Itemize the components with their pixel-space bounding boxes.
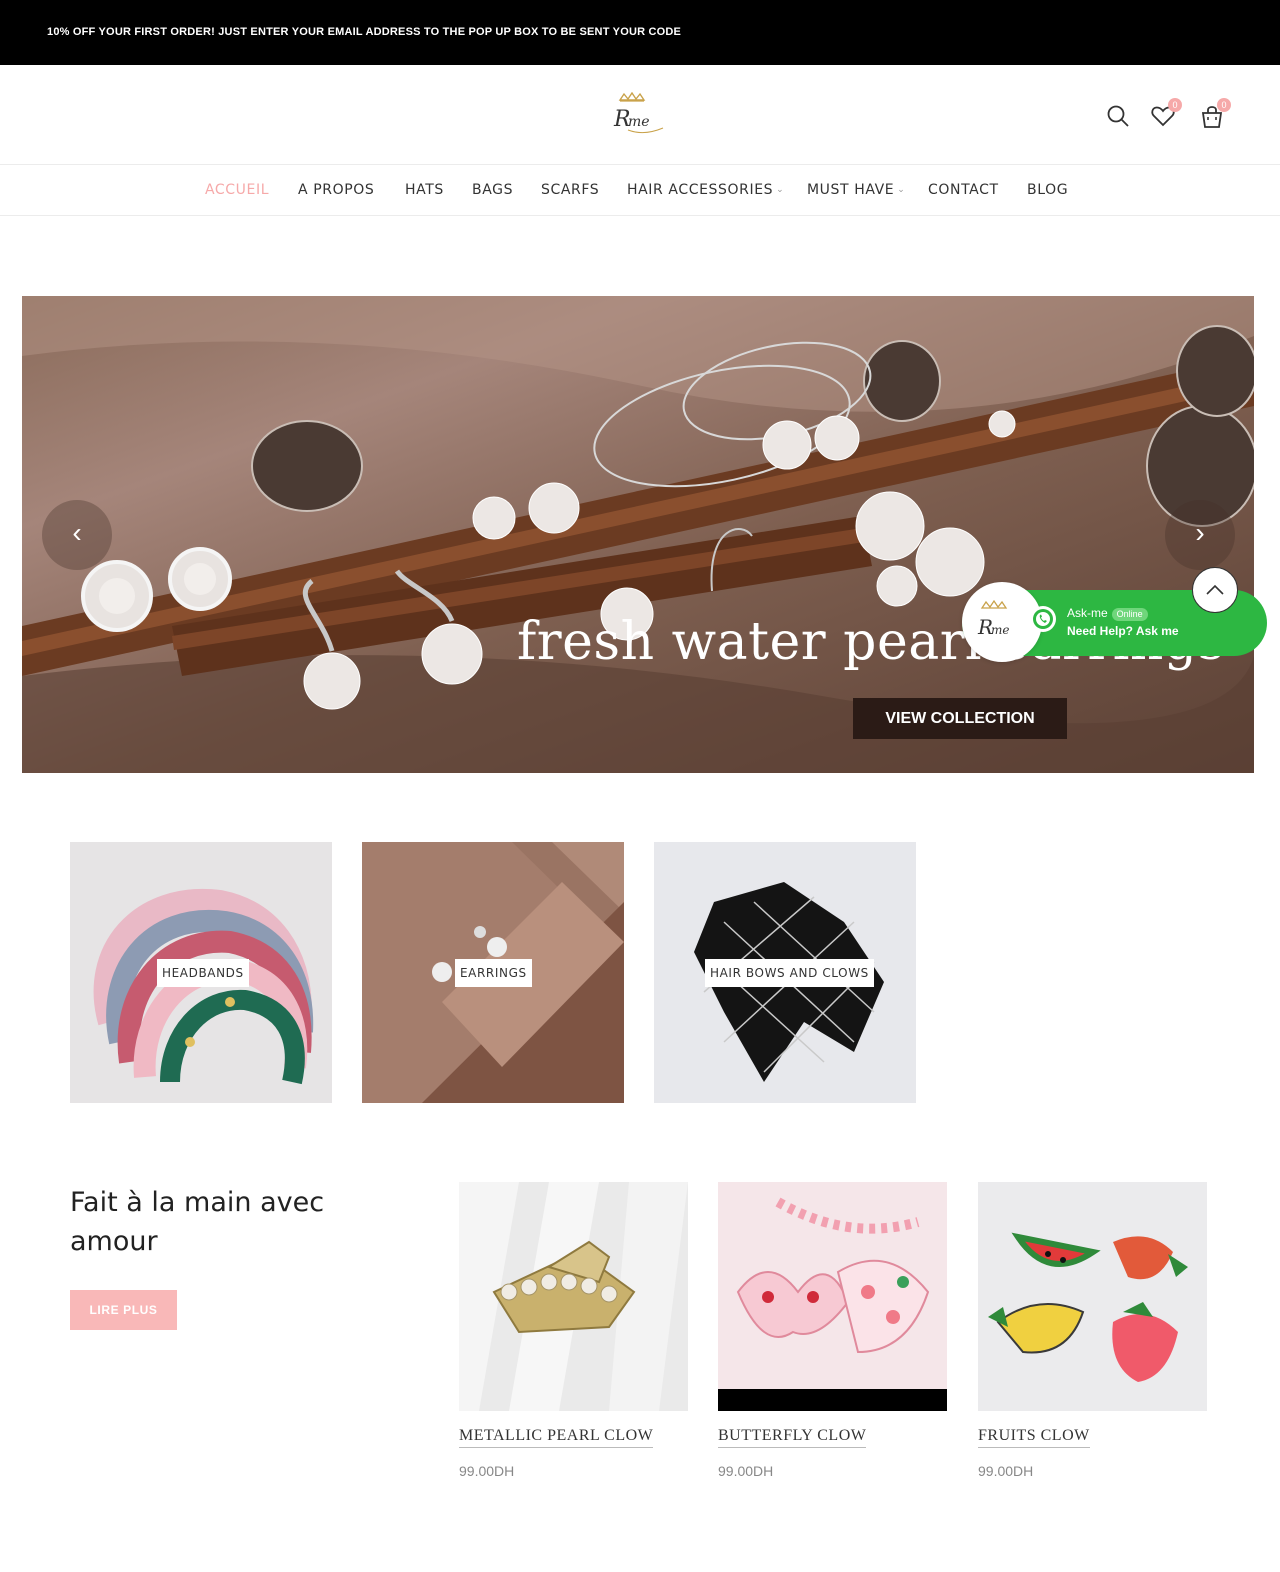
announcement-text: 10% OFF YOUR FIRST ORDER! JUST ENTER YOU… [47, 26, 682, 38]
nav-item-accueil[interactable]: ACCUEIL [205, 182, 269, 198]
nav-item-a-propos[interactable]: A PROPOS [298, 182, 374, 198]
nav-item-label: HAIR ACCESSORIES [627, 182, 774, 198]
product-name[interactable]: FRUITS CLOW [978, 1427, 1090, 1448]
hero-prev-arrow[interactable]: ‹ [42, 500, 112, 570]
product-image-butterfly-clow[interactable] [718, 1182, 947, 1411]
whatsapp-help-text: Need Help? Ask me [1067, 624, 1179, 638]
search-icon[interactable] [1105, 103, 1131, 129]
category-label: EARRINGS [455, 959, 532, 987]
fruits-clow-image [988, 1232, 1188, 1382]
whatsapp-title: Ask-me Online [1067, 606, 1148, 621]
view-collection-button[interactable]: VIEW COLLECTION [853, 698, 1067, 739]
svg-text:me: me [991, 623, 1009, 637]
product-price: 99.00DH [978, 1463, 1034, 1479]
nav-item-blog[interactable]: BLOG [1027, 182, 1068, 198]
nav-item-bags[interactable]: BAGS [472, 182, 513, 198]
nav-item-hats[interactable]: HATS [405, 182, 444, 198]
product-name[interactable]: METALLIC PEARL CLOW [459, 1427, 654, 1448]
category-label: HEADBANDS [157, 959, 249, 987]
nav-item-scarfs[interactable]: SCARFS [541, 182, 599, 198]
scroll-to-top-button[interactable] [1192, 567, 1238, 613]
site-header: R me 0 0 [0, 65, 1280, 165]
nav-item-label: MUST HAVE [807, 182, 895, 198]
chevron-down-icon: ⌄ [897, 185, 906, 195]
svg-text:me: me [628, 114, 650, 130]
product-image-metallic-pearl-clow[interactable] [459, 1182, 688, 1411]
metallic-pearl-clow-image [459, 1182, 688, 1411]
product-price: 99.00DH [459, 1463, 515, 1479]
chevron-down-icon: ⌄ [776, 185, 785, 195]
category-label: HAIR BOWS AND CLOWS [705, 959, 874, 987]
category-tile-hair-bows-and-clows[interactable]: HAIR BOWS AND CLOWS [654, 842, 916, 1103]
butterfly-clow-image [718, 1197, 947, 1411]
whatsapp-icon [1030, 606, 1056, 632]
hero-slider: ‹ › fresh water pearl earrings VIEW COLL… [22, 296, 1254, 773]
online-status-badge: Online [1111, 608, 1148, 621]
category-tile-headbands[interactable]: HEADBANDS [70, 842, 332, 1103]
wishlist-count-badge: 0 [1168, 98, 1182, 112]
product-image-fruits-clow[interactable] [978, 1182, 1207, 1411]
product-price: 99.00DH [718, 1463, 774, 1479]
product-name[interactable]: BUTTERFLY CLOW [718, 1427, 867, 1448]
whatsapp-name: Ask-me [1067, 606, 1108, 620]
cart-count-badge: 0 [1217, 98, 1231, 112]
chevron-up-icon [1206, 584, 1224, 595]
hero-image [22, 296, 1254, 773]
announcement-bar: 10% OFF YOUR FIRST ORDER! JUST ENTER YOU… [0, 0, 1280, 65]
nav-item-hair-accessories[interactable]: HAIR ACCESSORIES ⌄ [627, 182, 784, 198]
nav-item-contact[interactable]: CONTACT [928, 182, 999, 198]
nav-item-must-have[interactable]: MUST HAVE ⌄ [807, 182, 905, 198]
feature-heading: Fait à la main avec amour [70, 1187, 325, 1257]
site-logo[interactable]: R me [608, 92, 668, 138]
hero-next-arrow[interactable]: › [1165, 500, 1235, 570]
read-more-button[interactable]: LIRE PLUS [70, 1290, 177, 1330]
category-tile-earrings[interactable]: EARRINGS [362, 842, 624, 1103]
main-nav: ACCUEIL A PROPOS HATS BAGS SCARFS HAIR A… [0, 165, 1280, 216]
